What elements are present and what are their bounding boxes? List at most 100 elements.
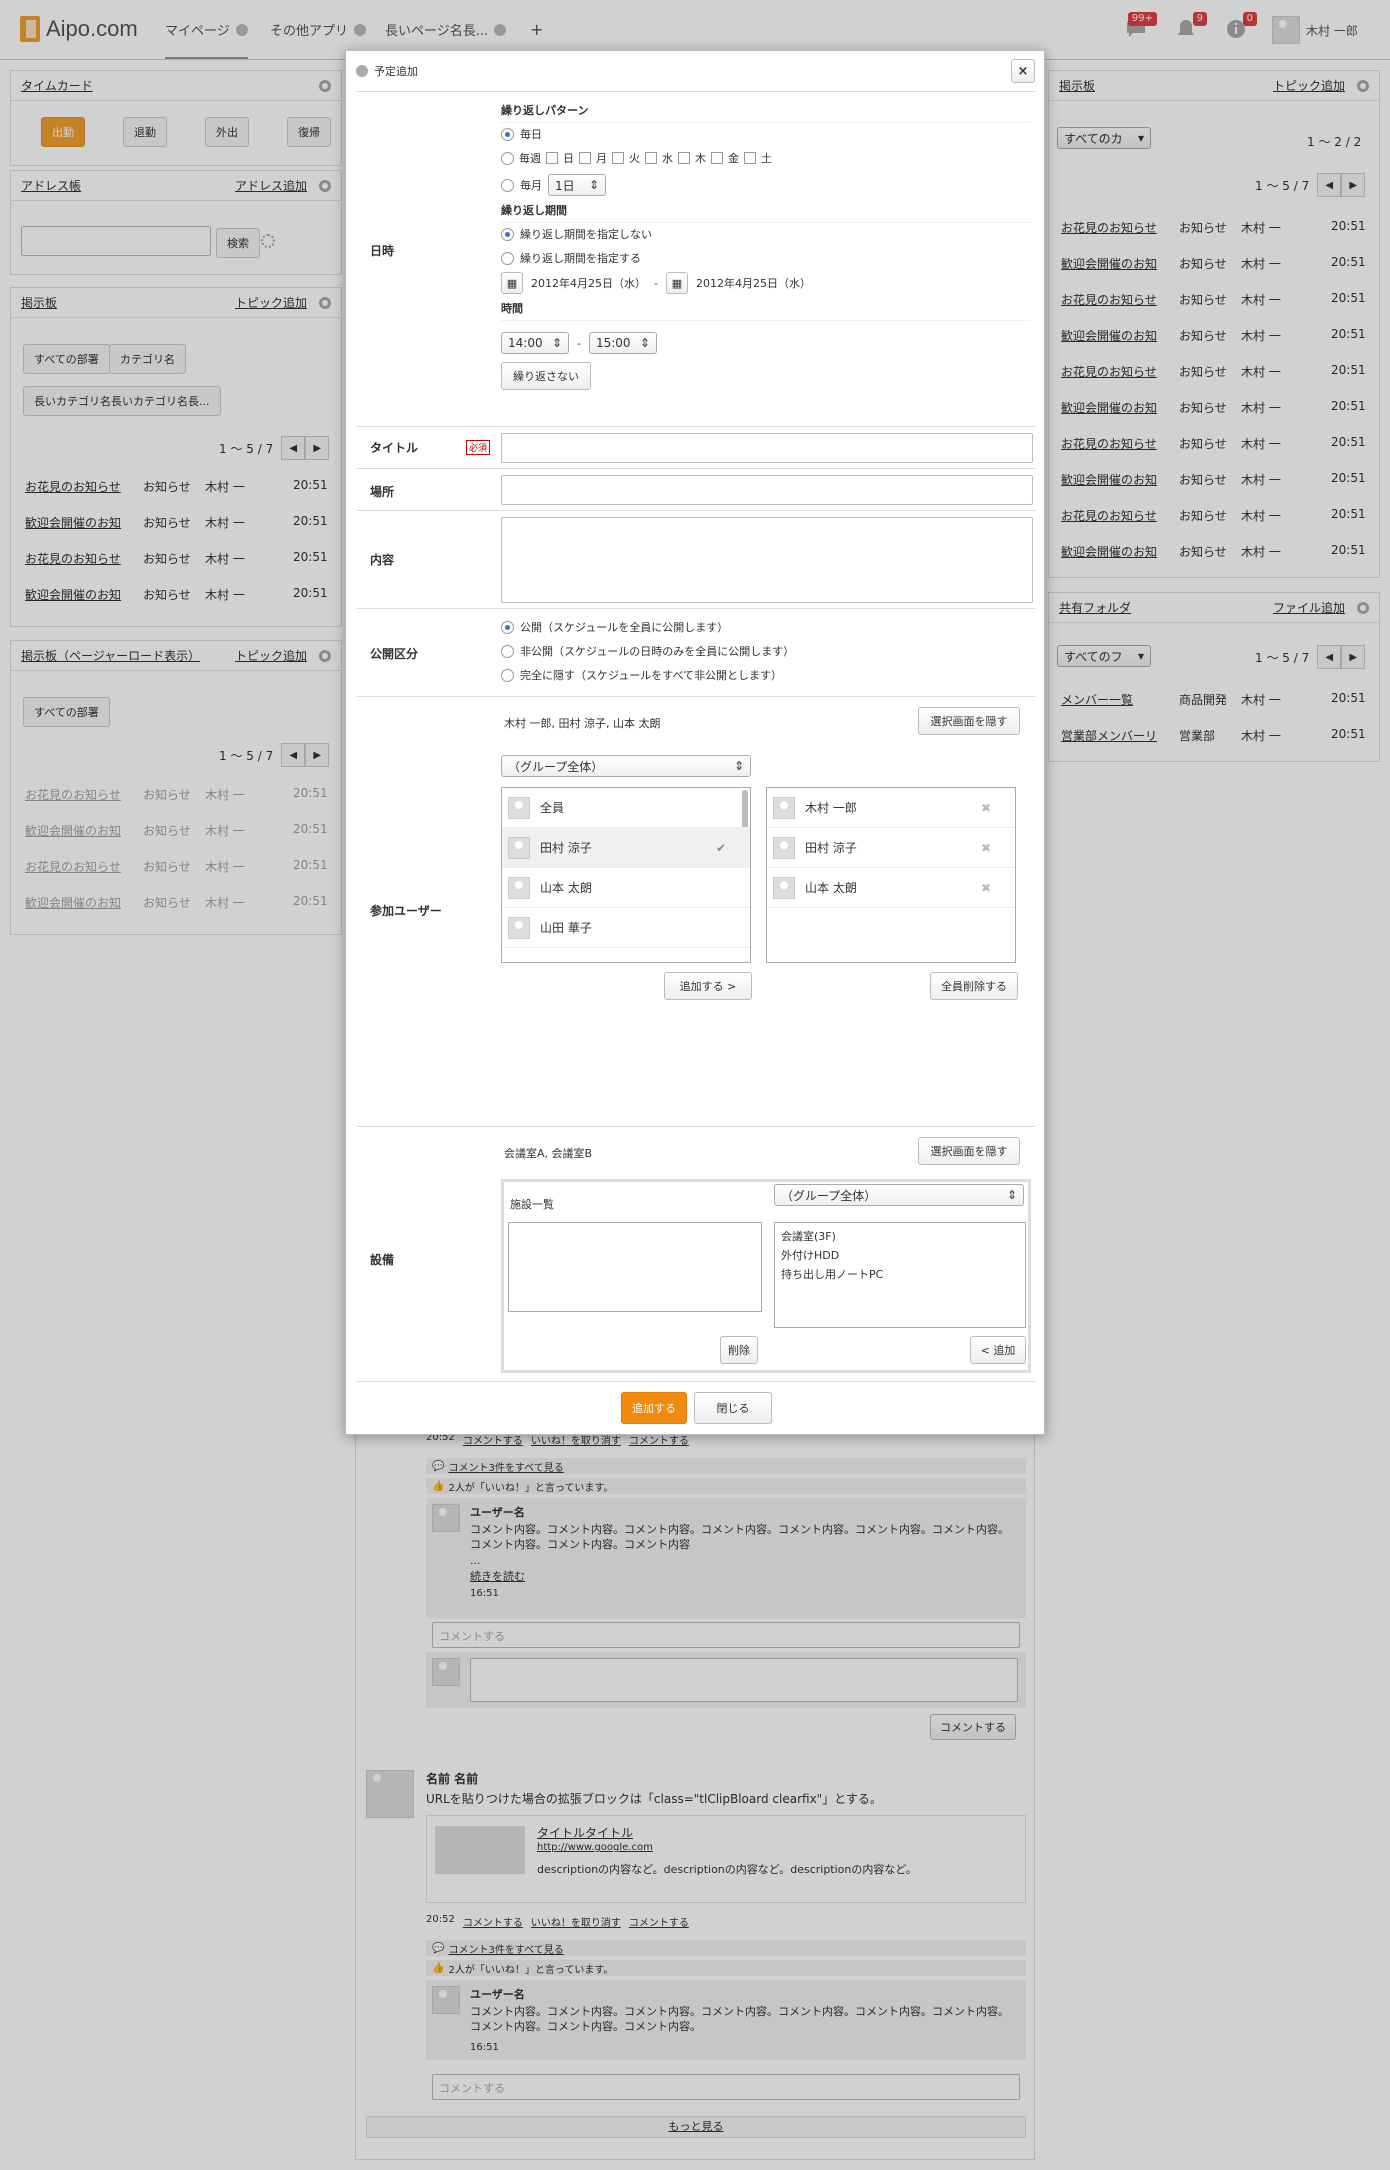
end-time-select[interactable]: 15:00 ⇕ <box>588 332 657 354</box>
facility-option[interactable]: 会議室(3F) <box>781 1227 1019 1246</box>
radio-public[interactable] <box>501 620 514 634</box>
facility-option[interactable]: 持ち出し用ノートPC <box>781 1265 1019 1284</box>
weekday-label: 火 <box>629 152 640 165</box>
weekday-checkbox[interactable] <box>546 152 558 164</box>
user-name: 山本 太朗 <box>540 881 592 895</box>
radio-no-period[interactable] <box>501 227 514 241</box>
weekday-checkbox[interactable] <box>645 152 657 164</box>
selected-user[interactable]: 山本 太朗 ✖ <box>767 868 1015 908</box>
user-name: 木村 一郎 <box>805 801 857 815</box>
group-avatar-icon <box>508 796 530 819</box>
group-select[interactable]: （グループ全体） ⇕ <box>501 755 751 777</box>
select-value: 15:00 <box>595 336 631 350</box>
facility-selected-list[interactable] <box>508 1222 762 1312</box>
start-time-select[interactable]: 14:00 ⇕ <box>501 332 569 354</box>
radio-label: 毎月 <box>520 179 542 192</box>
radio-weekly[interactable] <box>501 151 514 165</box>
field-label: 内容 <box>370 553 395 567</box>
dialog-title: 予定追加 <box>374 65 418 78</box>
weekday-checkbox[interactable] <box>678 152 690 164</box>
weekday-checkbox[interactable] <box>612 152 624 164</box>
content-textarea[interactable] <box>501 517 1033 603</box>
field-label: 参加ユーザー <box>370 904 442 918</box>
add-facility-button[interactable]: < 追加 <box>970 1336 1026 1364</box>
user-option[interactable]: 山本 太朗 <box>502 868 750 908</box>
user-name: 全員 <box>540 801 565 815</box>
avatar <box>508 916 530 939</box>
date-from: 2012年4月25日（水） <box>531 277 646 290</box>
radio-label: 完全に隠す（スケジュールをすべて非公開とします） <box>520 669 783 682</box>
user-option[interactable]: 全員 <box>502 788 750 828</box>
hide-selector-button[interactable]: 選択画面を隠す <box>918 707 1020 735</box>
radio-label: 非公開（スケジュールの日時のみを全員に公開します） <box>520 645 795 658</box>
dialog-icon <box>356 65 368 77</box>
radio-monthly[interactable] <box>501 178 514 192</box>
weekday-label: 土 <box>761 152 772 165</box>
radio-private[interactable] <box>501 644 514 658</box>
user-option[interactable]: 山田 華子 <box>502 908 750 948</box>
facility-available-list[interactable]: 会議室(3F) 外付けHDD 持ち出し用ノートPC <box>774 1222 1026 1328</box>
facility-section: 設備 会議室A, 会議室B 選択画面を隠す 施設一覧 （グループ全体） ⇕ 会議室… <box>356 1126 1036 1381</box>
weekday-label: 日 <box>563 152 574 165</box>
selected-user[interactable]: 木村 一郎 ✖ <box>767 788 1015 828</box>
user-name: 山田 華子 <box>540 921 592 935</box>
dialog-footer: 追加する 閉じる <box>356 1381 1036 1436</box>
members-section: 参加ユーザー 木村 一郎, 田村 涼子, 山本 太朗 選択画面を隠す （グループ… <box>356 696 1036 1126</box>
field-label: 場所 <box>370 485 395 499</box>
weekday-label: 水 <box>662 152 673 165</box>
close-icon[interactable]: × <box>1011 59 1035 83</box>
remove-icon[interactable]: ✖ <box>981 801 991 815</box>
user-name: 田村 涼子 <box>805 841 857 855</box>
radio-label: 繰り返し期間を指定しない <box>520 228 652 241</box>
place-input[interactable] <box>501 475 1033 505</box>
remove-all-button[interactable]: 全員削除する <box>930 972 1018 1000</box>
selected-users-list[interactable]: 木村 一郎 ✖ 田村 涼子 ✖ 山本 太朗 ✖ <box>766 787 1016 963</box>
user-option[interactable]: 田村 涼子 ✔ <box>502 828 750 868</box>
title-input[interactable] <box>501 433 1033 463</box>
required-badge: 必須 <box>466 440 491 455</box>
facility-list-label: 施設一覧 <box>510 1198 554 1211</box>
radio-daily[interactable] <box>501 127 514 141</box>
calendar-icon[interactable]: ▦ <box>665 272 688 294</box>
avatar <box>773 876 795 899</box>
submit-button[interactable]: 追加する <box>621 1392 687 1424</box>
select-value: （グループ全体） <box>781 1188 877 1203</box>
calendar-icon[interactable]: ▦ <box>501 272 523 294</box>
no-repeat-button[interactable]: 繰り返さない <box>501 362 591 390</box>
avatar <box>773 796 795 819</box>
field-label: 日時 <box>370 244 395 258</box>
delete-facility-button[interactable]: 削除 <box>720 1336 758 1364</box>
weekday-checkbox[interactable] <box>744 152 756 164</box>
field-label: タイトル <box>370 441 419 455</box>
weekday-label: 金 <box>728 152 739 165</box>
add-user-button[interactable]: 追加する > <box>664 972 752 1000</box>
radio-with-period[interactable] <box>501 251 514 265</box>
avatar <box>773 836 795 859</box>
monthly-day-select[interactable]: 1日 ⇕ <box>548 174 606 196</box>
chevron-down-icon: ⇕ <box>588 178 599 192</box>
close-button[interactable]: 閉じる <box>694 1392 772 1424</box>
field-label: 公開区分 <box>370 647 419 661</box>
selected-user[interactable]: 田村 涼子 ✖ <box>767 828 1015 868</box>
radio-hidden[interactable] <box>501 668 514 682</box>
facility-option[interactable]: 外付けHDD <box>781 1246 1019 1265</box>
remove-icon[interactable]: ✖ <box>981 881 991 895</box>
place-section: 場所 <box>356 468 1036 510</box>
time-separator: - <box>577 336 581 350</box>
facility-group-select[interactable]: （グループ全体） ⇕ <box>774 1184 1024 1206</box>
hide-facility-selector-button[interactable]: 選択画面を隠す <box>918 1137 1020 1165</box>
add-schedule-dialog: 予定追加 × 日時 繰り返しパターン 毎日 毎週 日 月 火 水 木 金 土 毎月 1日 ⇕ 繰… <box>345 50 1045 1435</box>
selected-users: 木村 一郎, 田村 涼子, 山本 太朗 <box>504 717 661 730</box>
radio-label: 毎週 <box>519 152 541 165</box>
section-subtitle: 繰り返し期間 <box>501 202 1031 223</box>
remove-icon[interactable]: ✖ <box>981 841 991 855</box>
weekday-checkbox[interactable] <box>711 152 723 164</box>
visibility-section: 公開区分 公開（スケジュールを全員に公開します） 非公開（スケジュールの日時のみ… <box>356 608 1036 696</box>
available-users-list[interactable]: 全員田村 涼子 ✔ 山本 太朗山田 華子 <box>501 787 751 963</box>
weekday-checkbox[interactable] <box>579 152 591 164</box>
weekday-label: 木 <box>695 152 706 165</box>
select-value: 14:00 <box>508 336 543 350</box>
facility-selector: 施設一覧 （グループ全体） ⇕ 会議室(3F) 外付けHDD 持ち出し用ノートPC 削… <box>501 1179 1031 1373</box>
user-name: 田村 涼子 <box>540 841 592 855</box>
weekday-label: 月 <box>596 152 607 165</box>
